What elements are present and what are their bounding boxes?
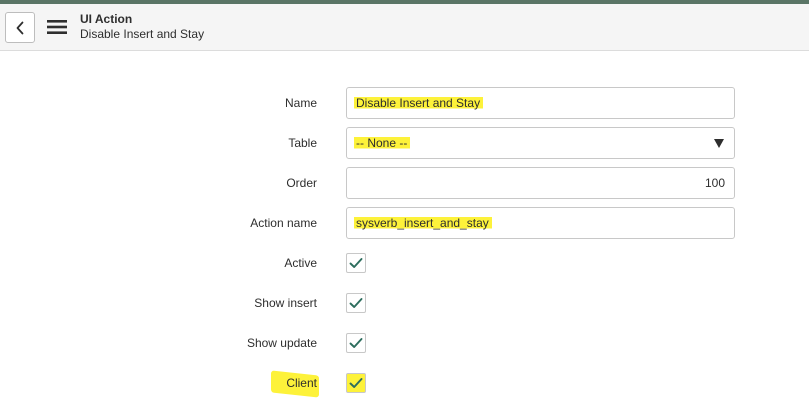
form-row-active: Active (0, 247, 809, 279)
action-name-value: sysverb_insert_and_stay (354, 216, 492, 230)
show-update-label: Show update (246, 336, 317, 350)
context-menu-button[interactable] (46, 17, 68, 37)
checkmark-icon (349, 297, 363, 309)
form-row-client: Client (0, 367, 809, 399)
header-title: UI Action (80, 12, 133, 26)
form-row-show-insert: Show insert (0, 287, 809, 319)
order-label: Order (286, 176, 317, 190)
checkmark-icon (349, 257, 363, 269)
form-header: UI Action Disable Insert and Stay (0, 4, 809, 51)
checkmark-icon (349, 337, 363, 349)
back-button[interactable] (5, 12, 35, 43)
name-field[interactable]: Disable Insert and Stay (346, 87, 735, 119)
form-row-order: Order 100 (0, 167, 809, 199)
form-row-action-name: Action name sysverb_insert_and_stay (0, 207, 809, 239)
client-label: Client (286, 376, 317, 390)
table-value: -- None -- (354, 136, 411, 150)
action-name-label: Action name (250, 216, 317, 230)
header-subtitle: Disable Insert and Stay (80, 27, 205, 41)
show-insert-label: Show insert (254, 296, 317, 310)
order-value: 100 (704, 176, 725, 190)
form-row-table: Table -- None -- (0, 127, 809, 159)
checkmark-icon (349, 377, 363, 389)
client-checkbox[interactable] (346, 373, 366, 393)
name-value: Disable Insert and Stay (354, 96, 484, 110)
action-name-field[interactable]: sysverb_insert_and_stay (346, 207, 735, 239)
active-checkbox[interactable] (346, 253, 366, 273)
show-insert-checkbox[interactable] (346, 293, 366, 313)
hamburger-menu-icon (47, 19, 67, 35)
table-label: Table (288, 136, 317, 150)
active-label: Active (284, 256, 317, 270)
triangle-down-icon (714, 139, 724, 148)
name-label: Name (284, 96, 317, 110)
table-select[interactable]: -- None -- (346, 127, 735, 159)
show-update-checkbox[interactable] (346, 333, 366, 353)
form-row-show-update: Show update (0, 327, 809, 359)
chevron-left-icon (15, 21, 25, 35)
form-row-name: Name Disable Insert and Stay (0, 87, 809, 119)
order-field[interactable]: 100 (346, 167, 735, 199)
